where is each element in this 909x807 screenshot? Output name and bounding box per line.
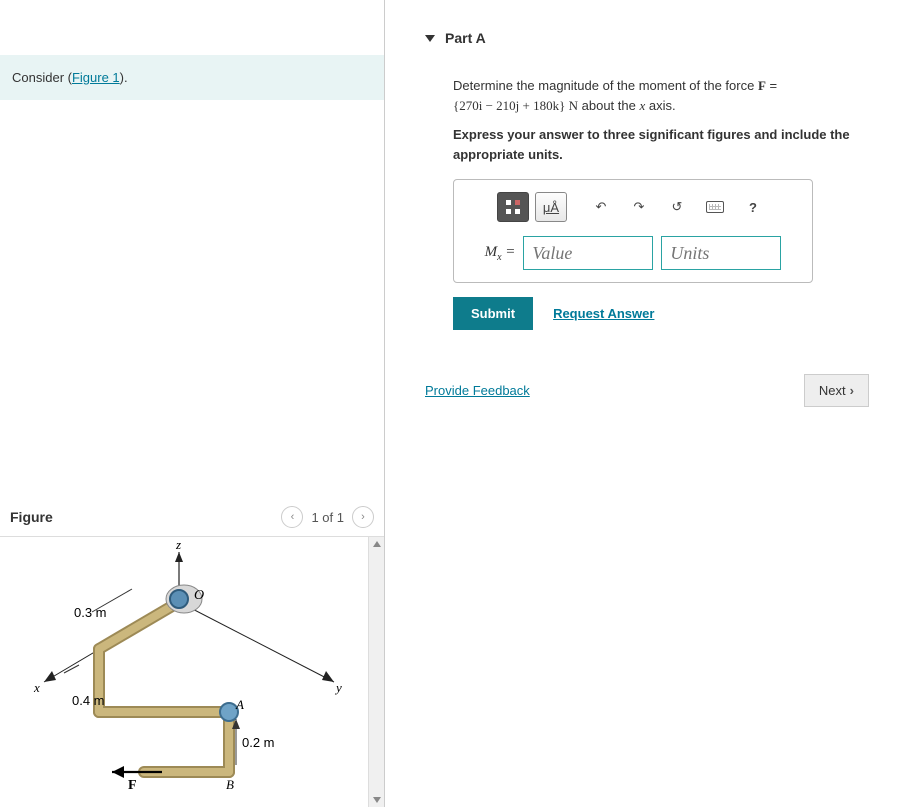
point-b-label: B (226, 777, 234, 792)
dim-0-4: 0.4 m (72, 693, 105, 708)
help-button[interactable]: ? (737, 192, 769, 222)
answer-box: μÅ ↶ ↷ ↺ ? Mx = (453, 179, 813, 283)
variable-label: Mx = (485, 244, 516, 263)
request-answer-link[interactable]: Request Answer (553, 306, 654, 321)
intro-block: Consider (Figure 1). (0, 55, 384, 100)
dim-0-2: 0.2 m (242, 735, 275, 750)
right-pane: Part A Determine the magnitude of the mo… (385, 0, 909, 807)
force-label: F (128, 778, 137, 793)
eq-mid: = (766, 78, 777, 93)
force-symbol: F (758, 78, 766, 93)
problem-prefix: Determine the magnitude of the moment of… (453, 78, 758, 93)
figure-counter: 1 of 1 (311, 510, 344, 525)
undo-button[interactable]: ↶ (585, 192, 617, 222)
problem-text: Determine the magnitude of the moment of… (453, 76, 869, 115)
reset-button[interactable]: ↺ (661, 192, 693, 222)
point-a-label: A (235, 697, 244, 712)
provide-feedback-link[interactable]: Provide Feedback (425, 383, 530, 398)
template-button[interactable] (497, 192, 529, 222)
figure-body: z x y O A B F 0.3 m 0.4 m 0.2 m (0, 537, 384, 807)
intro-suffix: ). (120, 70, 128, 85)
figure-link[interactable]: Figure 1 (72, 70, 120, 85)
next-label: Next (819, 383, 846, 398)
next-button[interactable]: Next › (804, 374, 869, 407)
part-header[interactable]: Part A (385, 0, 909, 56)
units-input[interactable] (661, 236, 781, 270)
feedback-row: Provide Feedback Next › (385, 350, 909, 431)
figure-title: Figure (10, 509, 53, 525)
answer-input-row: Mx = (466, 236, 800, 270)
chevron-right-icon: › (850, 383, 854, 398)
axis-z-label: z (175, 537, 181, 552)
figure-next-button[interactable]: › (352, 506, 374, 528)
action-row: Submit Request Answer (453, 297, 869, 330)
axis-y-label: y (334, 680, 342, 695)
problem-suffix-2: axis. (645, 98, 675, 113)
figure-header: Figure ‹ 1 of 1 › (0, 498, 384, 537)
caret-down-icon (425, 35, 435, 42)
answer-toolbar: μÅ ↶ ↷ ↺ ? (466, 192, 800, 222)
problem-suffix-1: about the (578, 98, 639, 113)
axis-x-label: x (33, 680, 40, 695)
figure-diagram: z x y O A B F 0.3 m 0.4 m 0.2 m (0, 537, 368, 807)
template-icon (506, 200, 520, 214)
part-title: Part A (445, 30, 486, 46)
redo-button[interactable]: ↷ (623, 192, 655, 222)
submit-button[interactable]: Submit (453, 297, 533, 330)
figure-prev-button[interactable]: ‹ (281, 506, 303, 528)
value-input[interactable] (523, 236, 653, 270)
force-expression: {270i − 210j + 180k} N (453, 98, 578, 113)
units-palette-button[interactable]: μÅ (535, 192, 567, 222)
instruction-text: Express your answer to three significant… (453, 125, 869, 164)
keyboard-button[interactable] (699, 192, 731, 222)
figure-scrollbar[interactable] (368, 537, 384, 807)
left-pane: Consider (Figure 1). Figure ‹ 1 of 1 › (0, 0, 385, 807)
intro-prefix: Consider ( (12, 70, 72, 85)
point-o-label: O (194, 588, 204, 603)
keyboard-icon (706, 201, 724, 213)
dim-0-3: 0.3 m (74, 605, 107, 620)
